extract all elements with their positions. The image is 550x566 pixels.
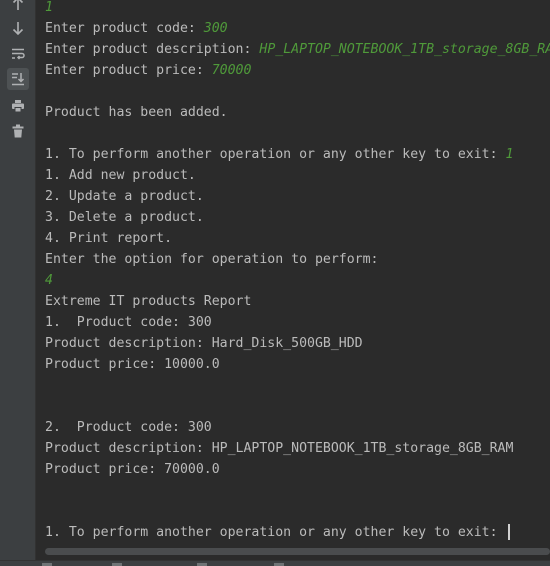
- user-input-text: HP_LAPTOP_NOTEBOOK_1TB_storage_8GB_RA: [259, 42, 550, 57]
- console-line: 2. Product code: 300: [45, 417, 212, 438]
- output-text: 4. Print report.: [45, 231, 173, 246]
- user-input-text: 70000: [211, 63, 252, 78]
- output-text: 1. Product code: 300: [45, 315, 212, 330]
- console-line: Product description: HP_LAPTOP_NOTEBOOK_…: [45, 438, 513, 459]
- output-text: Product has been added.: [45, 105, 228, 120]
- scroll-to-end-button[interactable]: [7, 68, 29, 90]
- output-text: Product description: Hard_Disk_500GB_HDD: [45, 336, 363, 351]
- clear-all-icon: [11, 124, 25, 138]
- output-text: Enter the option for operation to perfor…: [45, 252, 379, 267]
- clear-all-button[interactable]: [7, 120, 29, 142]
- output-text: 1. To perform another operation or any o…: [45, 147, 506, 162]
- print-icon: [11, 99, 25, 113]
- text-cursor[interactable]: [507, 524, 510, 540]
- output-text: Enter product description:: [45, 42, 260, 57]
- scroll-to-end-icon: [11, 72, 25, 86]
- output-text: Product price: 10000.0: [45, 357, 220, 372]
- print-button[interactable]: [7, 95, 29, 117]
- console-line: 1. To perform another operation or any o…: [45, 522, 510, 543]
- console-line: 4: [45, 270, 53, 291]
- scroll-down-button[interactable]: [7, 17, 29, 39]
- user-input-text: 300: [203, 21, 228, 36]
- user-input-text: 4: [45, 273, 53, 288]
- output-text: Extreme IT products Report: [45, 294, 252, 309]
- scroll-down-icon: [11, 21, 25, 35]
- console-line: Enter the option for operation to perfor…: [45, 249, 378, 270]
- user-input-text: 1: [505, 147, 514, 162]
- output-text: 2. Product code: 300: [45, 420, 212, 435]
- output-text: 2. Update a product.: [45, 189, 204, 204]
- bottom-toolbar: [0, 560, 550, 566]
- output-text: 1. Add new product.: [45, 168, 196, 183]
- soft-wrap-button[interactable]: [7, 43, 29, 65]
- console-toolbar: [0, 0, 36, 566]
- soft-wrap-icon: [11, 47, 25, 61]
- console-line: 1. To perform another operation or any o…: [45, 144, 513, 165]
- console-line: Enter product price: 70000: [45, 60, 251, 81]
- user-input-text: 1: [45, 0, 53, 15]
- output-text: Enter product price:: [45, 63, 212, 78]
- scroll-up-icon: [11, 0, 25, 11]
- console-line: Enter product description: HP_LAPTOP_NOT…: [45, 39, 550, 60]
- console-line: Product price: 70000.0: [45, 459, 220, 480]
- console-line: Product description: Hard_Disk_500GB_HDD: [45, 333, 363, 354]
- console-line: Enter product code: 300: [45, 18, 228, 39]
- console-line: 1: [45, 0, 53, 18]
- output-text: 1. To perform another operation or any o…: [45, 525, 506, 540]
- output-text: Product description: HP_LAPTOP_NOTEBOOK_…: [45, 441, 514, 456]
- horizontal-scrollbar[interactable]: [45, 548, 550, 555]
- console-line: 1. Add new product.: [45, 165, 196, 186]
- console-line: 4. Print report.: [45, 228, 172, 249]
- console-line: 1. Product code: 300: [45, 312, 212, 333]
- console-line: Extreme IT products Report: [45, 291, 251, 312]
- output-text: Enter product code:: [45, 21, 204, 36]
- run-console-window: 1 Enter product code: 300 Enter product de…: [0, 0, 550, 566]
- scroll-up-button[interactable]: [7, 0, 29, 15]
- console-line: 2. Update a product.: [45, 186, 204, 207]
- console-line: Product price: 10000.0: [45, 354, 220, 375]
- output-text: Product price: 70000.0: [45, 462, 220, 477]
- console-line: Product has been added.: [45, 102, 228, 123]
- console-output[interactable]: 1 Enter product code: 300 Enter product de…: [45, 0, 550, 545]
- output-text: 3. Delete a product.: [45, 210, 204, 225]
- console-line: 3. Delete a product.: [45, 207, 204, 228]
